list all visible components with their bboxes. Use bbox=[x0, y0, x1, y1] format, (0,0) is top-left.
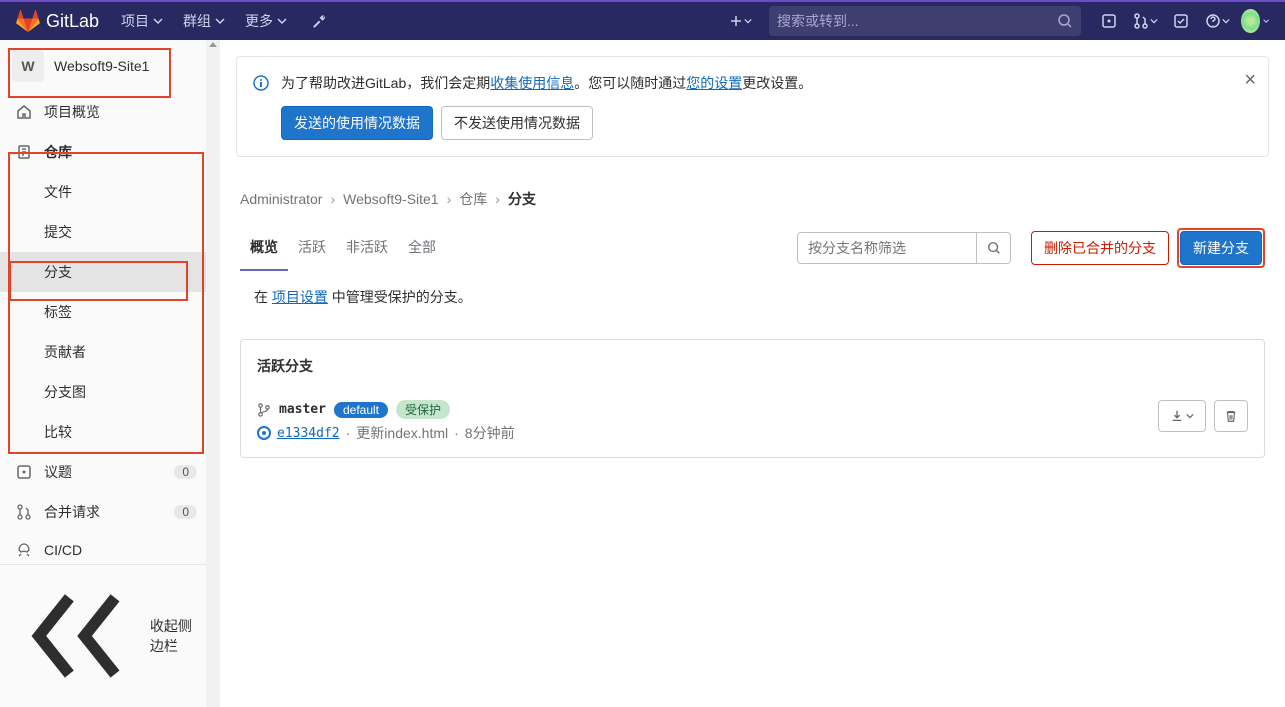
issues-icon[interactable] bbox=[1093, 5, 1125, 37]
new-branch-button[interactable]: 新建分支 bbox=[1180, 231, 1262, 265]
sidebar-item-cicd[interactable]: CI/CD bbox=[0, 532, 213, 568]
sidebar-item-files[interactable]: 文件 bbox=[0, 172, 213, 212]
crumb-project[interactable]: Websoft9-Site1 bbox=[343, 191, 438, 207]
issues-icon bbox=[16, 464, 32, 480]
project-avatar: W bbox=[12, 50, 44, 82]
chevron-down-icon bbox=[153, 16, 163, 26]
tab-overview[interactable]: 概览 bbox=[240, 225, 288, 271]
nav-projects[interactable]: 项目 bbox=[111, 1, 173, 41]
branch-filter bbox=[797, 232, 1011, 264]
todos-icon[interactable] bbox=[1165, 5, 1197, 37]
pipeline-status-icon[interactable] bbox=[257, 426, 271, 440]
user-menu[interactable] bbox=[1237, 5, 1269, 37]
tab-active[interactable]: 活跃 bbox=[288, 225, 336, 271]
tab-all[interactable]: 全部 bbox=[398, 225, 446, 271]
search-input[interactable] bbox=[777, 13, 1057, 29]
gitlab-logo[interactable]: GitLab bbox=[16, 9, 99, 33]
help-icon[interactable] bbox=[1201, 5, 1233, 37]
mrs-count: 0 bbox=[174, 505, 197, 519]
nav-more[interactable]: 更多 bbox=[235, 1, 297, 41]
alert-link-settings[interactable]: 您的设置 bbox=[686, 75, 742, 91]
header-search[interactable] bbox=[769, 6, 1081, 36]
protected-badge: 受保护 bbox=[396, 400, 450, 419]
sidebar-item-commits[interactable]: 提交 bbox=[0, 212, 213, 252]
branch-name[interactable]: master bbox=[279, 402, 326, 417]
search-icon bbox=[1057, 13, 1073, 29]
top-header: GitLab 项目 群组 更多 bbox=[0, 0, 1285, 40]
sidebar-item-compare[interactable]: 比较 bbox=[0, 412, 213, 452]
avatar bbox=[1241, 9, 1260, 33]
brand-text: GitLab bbox=[46, 11, 99, 32]
chevron-down-icon bbox=[277, 16, 287, 26]
crumb-repo[interactable]: 仓库 bbox=[459, 189, 487, 209]
sidebar-collapse[interactable]: 收起侧边栏 bbox=[0, 564, 213, 707]
chevron-down-icon bbox=[744, 17, 752, 25]
chevron-down-icon bbox=[1186, 412, 1194, 420]
sidebar-item-overview[interactable]: 项目概览 bbox=[0, 92, 213, 132]
sidebar: W Websoft9-Site1 项目概览 仓库 文件 提交 分支 标签 贡献者… bbox=[0, 40, 214, 707]
breadcrumb: Administrator › Websoft9-Site1 › 仓库 › 分支 bbox=[220, 173, 1285, 225]
filter-search-button[interactable] bbox=[977, 232, 1011, 264]
search-icon bbox=[987, 241, 1001, 255]
chevron-down-icon bbox=[1263, 17, 1269, 25]
tabs-row: 概览 活跃 非活跃 全部 删除已合并的分支 新建分支 bbox=[220, 225, 1285, 271]
doc-icon bbox=[16, 144, 32, 160]
sidebar-item-issues[interactable]: 议题 0 bbox=[0, 452, 213, 492]
info-icon bbox=[253, 75, 269, 91]
delete-branch-button[interactable] bbox=[1214, 400, 1248, 432]
sidebar-item-tags[interactable]: 标签 bbox=[0, 292, 213, 332]
issues-count: 0 bbox=[174, 465, 197, 479]
wrench-icon bbox=[311, 13, 327, 29]
branch-row: master default 受保护 e1334df2 · 更新index.ht… bbox=[241, 392, 1264, 457]
merge-requests-icon[interactable] bbox=[1129, 5, 1161, 37]
panel-header: 活跃分支 bbox=[241, 340, 1264, 392]
home-icon bbox=[16, 104, 32, 120]
crumb-admin[interactable]: Administrator bbox=[240, 191, 322, 207]
commit-sha[interactable]: e1334df2 bbox=[277, 426, 340, 441]
crumb-current: 分支 bbox=[508, 189, 536, 209]
sidebar-project-header[interactable]: W Websoft9-Site1 bbox=[0, 40, 213, 92]
collapse-icon bbox=[16, 575, 138, 697]
delete-merged-button[interactable]: 删除已合并的分支 bbox=[1031, 231, 1169, 265]
branch-icon bbox=[257, 403, 271, 417]
chevron-down-icon bbox=[1222, 17, 1230, 25]
nav-groups[interactable]: 群组 bbox=[173, 1, 235, 41]
commit-message: 更新index.html bbox=[356, 423, 448, 443]
sidebar-item-mrs[interactable]: 合并请求 0 bbox=[0, 492, 213, 532]
protected-info: 在 项目设置 中管理受保护的分支。 bbox=[220, 271, 1285, 331]
send-usage-button[interactable]: 发送的使用情况数据 bbox=[281, 106, 433, 140]
usage-alert: 为了帮助改进GitLab，我们会定期收集使用信息。您可以随时通过您的设置更改设置… bbox=[236, 56, 1269, 157]
sidebar-item-branches[interactable]: 分支 bbox=[0, 252, 213, 292]
highlight-box: 新建分支 bbox=[1177, 228, 1265, 268]
trash-icon bbox=[1224, 409, 1238, 423]
admin-icon[interactable] bbox=[301, 1, 337, 41]
sidebar-item-repo[interactable]: 仓库 bbox=[0, 132, 213, 172]
alert-link-collect[interactable]: 收集使用信息 bbox=[490, 75, 574, 91]
rocket-icon bbox=[16, 542, 32, 558]
project-settings-link[interactable]: 项目设置 bbox=[272, 289, 328, 305]
chevron-down-icon bbox=[215, 16, 225, 26]
nosend-usage-button[interactable]: 不发送使用情况数据 bbox=[441, 106, 593, 140]
project-name: Websoft9-Site1 bbox=[54, 58, 149, 74]
main-content: 为了帮助改进GitLab，我们会定期收集使用信息。您可以随时通过您的设置更改设置… bbox=[220, 40, 1285, 707]
chevron-down-icon bbox=[1150, 17, 1158, 25]
close-icon[interactable]: × bbox=[1244, 69, 1256, 92]
sidebar-item-graph[interactable]: 分支图 bbox=[0, 372, 213, 412]
download-icon bbox=[1170, 409, 1184, 423]
download-button[interactable] bbox=[1158, 400, 1206, 432]
plus-dropdown[interactable] bbox=[725, 5, 757, 37]
tab-inactive[interactable]: 非活跃 bbox=[336, 225, 398, 271]
commit-time: 8分钟前 bbox=[465, 423, 515, 443]
sidebar-scrollbar[interactable] bbox=[206, 40, 220, 707]
tanuki-icon bbox=[16, 9, 40, 33]
alert-text: 为了帮助改进GitLab，我们会定期收集使用信息。您可以随时通过您的设置更改设置… bbox=[281, 73, 1252, 94]
merge-icon bbox=[16, 504, 32, 520]
branch-filter-input[interactable] bbox=[797, 232, 977, 264]
default-badge: default bbox=[334, 402, 388, 418]
plus-icon bbox=[730, 15, 742, 27]
sidebar-item-contributors[interactable]: 贡献者 bbox=[0, 332, 213, 372]
active-branches-panel: 活跃分支 master default 受保护 e1334df2 · 更新ind… bbox=[240, 339, 1265, 458]
